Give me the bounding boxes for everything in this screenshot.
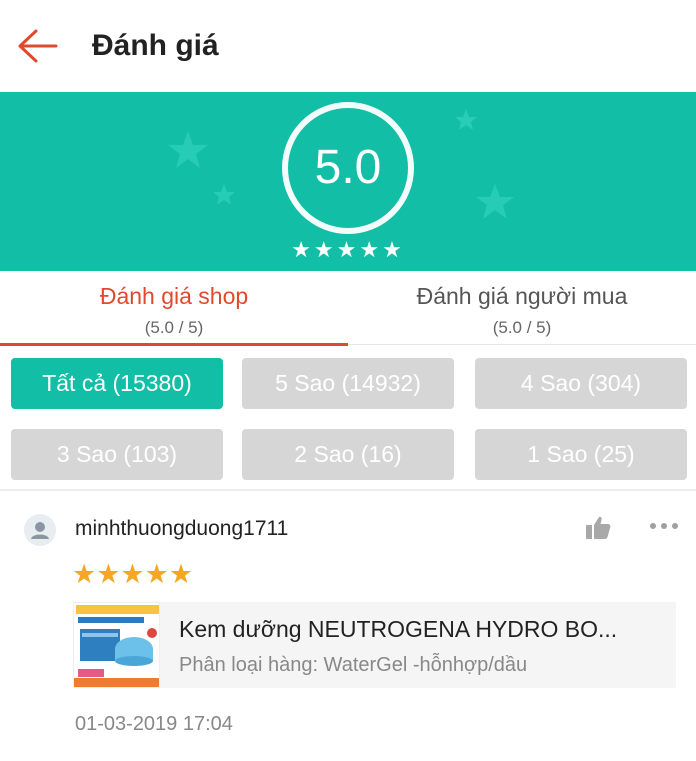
thumbs-up-icon[interactable] (583, 513, 613, 543)
filter-3-star[interactable]: 3 Sao (103) (11, 429, 223, 480)
filter-all[interactable]: Tất cả (15380) (11, 358, 223, 409)
filter-1-star[interactable]: 1 Sao (25) (475, 429, 687, 480)
star-filter-group: Tất cả (15380) 5 Sao (14932) 4 Sao (304)… (0, 346, 696, 489)
filter-2-star[interactable]: 2 Sao (16) (242, 429, 454, 480)
avatar[interactable] (24, 514, 56, 546)
product-variant: Phân loại hàng: WaterGel -hỗnhợp/dầu (179, 654, 528, 676)
tab-buyer-rating[interactable]: Đánh giá người mua (5.0 / 5) (348, 271, 696, 345)
score-value: 5.0 (314, 141, 382, 194)
top-bar: Đánh giá (0, 0, 696, 92)
user-icon (31, 522, 49, 539)
rating-tabs: Đánh giá shop (5.0 / 5) Đánh giá người m… (0, 271, 696, 346)
tab-shop-rating[interactable]: Đánh giá shop (5.0 / 5) (0, 271, 348, 346)
back-arrow-icon[interactable] (16, 26, 60, 66)
decor-star-icon (455, 109, 477, 130)
filter-4-star[interactable]: 4 Sao (304) (475, 358, 687, 409)
tab-label: Đánh giá shop (99, 283, 249, 309)
product-card[interactable]: Kem dưỡng NEUTROGENA HYDRO BO... Phân lo… (73, 602, 676, 688)
tab-score: (5.0 / 5) (492, 318, 552, 337)
review-stars: ★★★★★ (72, 559, 194, 589)
filter-5-star[interactable]: 5 Sao (14932) (242, 358, 454, 409)
reviewer-name[interactable]: minhthuongduong1711 (75, 517, 288, 541)
review-date: 01-03-2019 17:04 (75, 713, 233, 735)
product-image (74, 603, 159, 687)
tab-label: Đánh giá người mua (416, 283, 628, 309)
review-item: minhthuongduong1711 ★★★★★ Kem dưỡng NEUT… (0, 491, 696, 761)
product-name: Kem dưỡng NEUTROGENA HYDRO BO... (179, 616, 618, 642)
tab-score: (5.0 / 5) (144, 318, 204, 337)
score-stars: ★★★★★ (291, 237, 405, 262)
more-options-icon[interactable] (647, 513, 681, 543)
page-title: Đánh giá (92, 29, 219, 62)
product-thumbnail (73, 602, 160, 688)
